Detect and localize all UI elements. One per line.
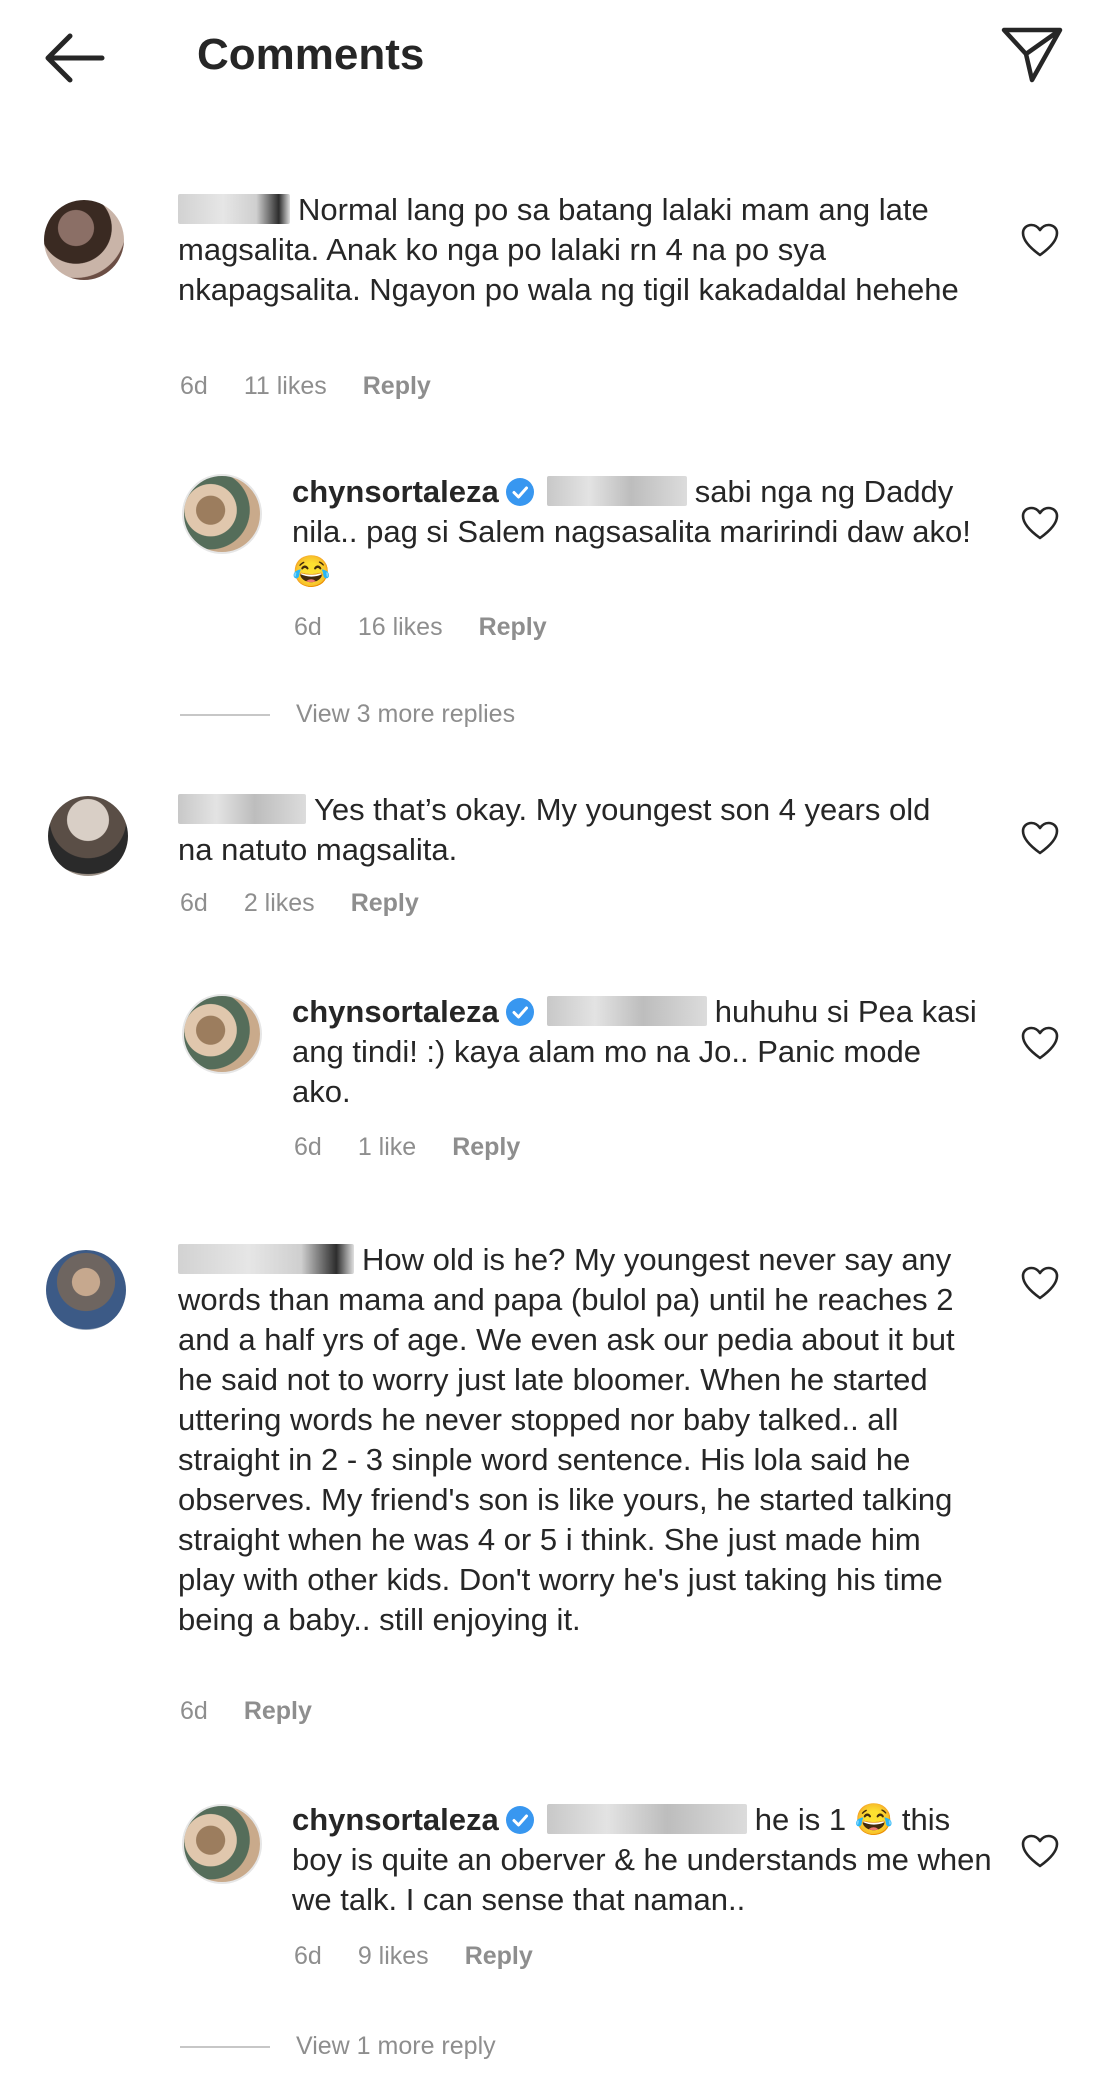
- comment-text: chynsortaleza sabi nga ng Daddy nila.. pa…: [292, 474, 971, 589]
- comment-meta: 6d 2 likes Reply: [180, 889, 455, 918]
- avatar[interactable]: [46, 1250, 126, 1330]
- avatar[interactable]: [44, 200, 124, 280]
- reply-button[interactable]: Reply: [479, 613, 547, 641]
- share-button[interactable]: [1000, 24, 1064, 84]
- comment-meta: 6d 1 like Reply: [294, 1133, 556, 1162]
- verified-badge-icon: [505, 998, 534, 1026]
- reply-item: chynsortaleza huhuhu si Pea kasi ang tind…: [0, 980, 1120, 1170]
- comment-item: Yes that’s okay. My youngest son 4 years…: [0, 770, 1120, 930]
- page-title: Comments: [197, 30, 425, 79]
- like-count[interactable]: 2 likes: [244, 889, 315, 917]
- username[interactable]: chynsortaleza: [292, 1802, 499, 1837]
- reply-button[interactable]: Reply: [244, 1697, 312, 1725]
- blurred-username[interactable]: [546, 476, 687, 506]
- arrow-left-icon: [45, 33, 105, 83]
- heart-outline-icon[interactable]: [1020, 505, 1060, 541]
- avatar[interactable]: [182, 1804, 262, 1884]
- blurred-username[interactable]: [178, 1244, 354, 1274]
- comment-text: chynsortaleza huhuhu si Pea kasi ang tind…: [292, 994, 977, 1109]
- like-count[interactable]: 16 likes: [358, 613, 443, 641]
- avatar[interactable]: [182, 994, 262, 1074]
- comment-text: chynsortaleza he is 1 😂 this boy is quite…: [292, 1802, 992, 1917]
- heart-outline-icon[interactable]: [1020, 1833, 1060, 1869]
- comment-meta: 6d 16 likes Reply: [294, 613, 583, 642]
- like-count[interactable]: 1 like: [358, 1133, 416, 1161]
- comment-text: Normal lang po sa batang lalaki mam ang …: [178, 192, 959, 307]
- like-count[interactable]: 9 likes: [358, 1942, 429, 1970]
- view-more-replies[interactable]: View 1 more reply: [180, 2032, 496, 2061]
- comment-meta: 6d 9 likes Reply: [294, 1942, 569, 1971]
- verified-badge-icon: [505, 478, 534, 506]
- heart-outline-icon[interactable]: [1020, 820, 1060, 856]
- avatar[interactable]: [182, 474, 262, 554]
- view-more-replies[interactable]: View 3 more replies: [180, 700, 515, 729]
- blurred-username[interactable]: [178, 794, 306, 824]
- comment-item: Normal lang po sa batang lalaki mam ang …: [0, 140, 1120, 410]
- username[interactable]: chynsortaleza: [292, 994, 499, 1029]
- avatar[interactable]: [48, 796, 128, 876]
- reply-button[interactable]: Reply: [351, 889, 419, 917]
- comment-time: 6d: [180, 372, 208, 400]
- heart-outline-icon[interactable]: [1020, 222, 1060, 258]
- comment-time: 6d: [294, 613, 322, 641]
- comment-item: How old is he? My youngest never say any…: [0, 1220, 1120, 1730]
- reply-button[interactable]: Reply: [465, 1942, 533, 1970]
- reply-item: chynsortaleza he is 1 😂 this boy is quite…: [0, 1800, 1120, 1990]
- divider-line: [180, 2046, 270, 2049]
- header-bar: Comments: [0, 0, 1120, 110]
- comment-text: Yes that’s okay. My youngest son 4 years…: [178, 792, 931, 867]
- comment-meta: 6d 11 likes Reply: [180, 372, 467, 401]
- like-count[interactable]: 11 likes: [244, 372, 327, 400]
- comment-time: 6d: [294, 1942, 322, 1970]
- comment-meta: 6d Reply: [180, 1697, 348, 1726]
- blurred-username[interactable]: [546, 996, 707, 1026]
- reply-button[interactable]: Reply: [452, 1133, 520, 1161]
- heart-outline-icon[interactable]: [1020, 1025, 1060, 1061]
- comment-time: 6d: [180, 1697, 208, 1725]
- comment-text: How old is he? My youngest never say any…: [178, 1242, 955, 1637]
- blurred-username[interactable]: [178, 194, 290, 224]
- verified-badge-icon: [505, 1806, 534, 1834]
- blurred-username[interactable]: [546, 1804, 747, 1834]
- username[interactable]: chynsortaleza: [292, 474, 499, 509]
- back-button[interactable]: [40, 30, 110, 86]
- comment-time: 6d: [180, 889, 208, 917]
- heart-outline-icon[interactable]: [1020, 1265, 1060, 1301]
- divider-line: [180, 714, 270, 717]
- paper-plane-icon: [1001, 27, 1063, 83]
- reply-item: chynsortaleza sabi nga ng Daddy nila.. pa…: [0, 460, 1120, 660]
- comment-time: 6d: [294, 1133, 322, 1161]
- reply-button[interactable]: Reply: [363, 372, 431, 400]
